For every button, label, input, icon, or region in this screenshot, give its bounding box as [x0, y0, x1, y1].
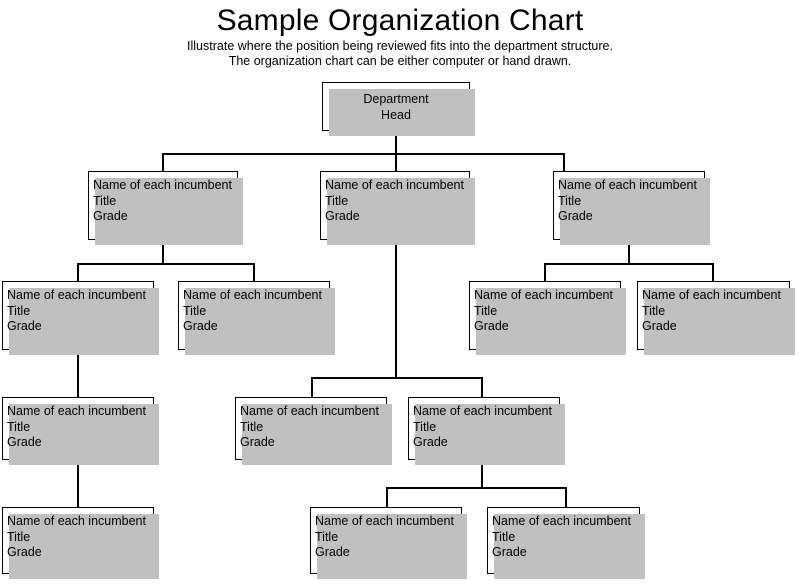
org-node-text: Name of each incumbent Title Grade — [413, 404, 557, 451]
node-line-grade: Grade — [7, 319, 42, 333]
org-node-level5-left[interactable]: Name of each incumbent Title Grade — [2, 507, 159, 579]
node-line-incumbent: Name of each incumbent — [240, 404, 379, 418]
connector-drop-n3d — [712, 263, 714, 282]
node-line-grade: Grade — [325, 209, 360, 223]
connector-n4a-to-n5a — [77, 460, 79, 508]
org-node-text: Department Head — [323, 92, 469, 123]
node-line-grade: Grade — [642, 319, 677, 333]
connector-drop-n3b — [253, 263, 255, 282]
node-line-title: Title — [183, 303, 207, 318]
node-line-title: Title — [93, 193, 117, 208]
node-line-incumbent: Name of each incumbent — [642, 288, 781, 302]
node-line-grade: Grade — [7, 545, 42, 559]
connector-bus-level3-left — [77, 263, 255, 265]
node-line-title: Title — [315, 529, 339, 544]
node-line-title: Title — [240, 419, 264, 434]
connector-drop-n2c — [563, 153, 565, 172]
page-title: Sample Organization Chart — [216, 4, 584, 37]
node-line-title: Title — [325, 193, 349, 208]
org-node-text: Name of each incumbent Title Grade — [325, 178, 467, 225]
node-line-title: Title — [558, 193, 582, 208]
org-node-level3-left-1[interactable]: Name of each incumbent Title Grade — [2, 281, 159, 355]
node-line-grade: Grade — [492, 545, 527, 559]
connector-drop-n4c — [481, 377, 483, 398]
node-line-head: Head — [381, 107, 411, 122]
org-node-text: Name of each incumbent Title Grade — [183, 288, 327, 335]
org-node-text: Name of each incumbent Title Grade — [93, 178, 235, 225]
org-node-text: Name of each incumbent Title Grade — [7, 514, 151, 561]
node-line-grade: Grade — [413, 435, 448, 449]
node-line-grade: Grade — [7, 435, 42, 449]
connector-drop-n3a — [77, 263, 79, 282]
org-node-text: Name of each incumbent Title Grade — [492, 514, 637, 561]
connector-drop-n5c — [565, 487, 567, 508]
node-line-incumbent: Name of each incumbent — [558, 178, 697, 192]
connector-bus-level4-center — [311, 377, 483, 379]
node-line-incumbent: Name of each incumbent — [325, 178, 464, 192]
connector-drop-n3c — [544, 263, 546, 282]
node-line-title: Title — [7, 419, 31, 434]
org-node-text: Name of each incumbent Title Grade — [474, 288, 618, 335]
connector-drop-n2a — [162, 153, 164, 172]
node-line-title: Title — [413, 419, 437, 434]
org-node-level3-right-2[interactable]: Name of each incumbent Title Grade — [637, 281, 795, 355]
org-node-text: Name of each incumbent Title Grade — [240, 404, 384, 451]
org-node-level5-center-1[interactable]: Name of each incumbent Title Grade — [310, 507, 467, 579]
node-line-incumbent: Name of each incumbent — [413, 404, 552, 418]
org-node-level2-right[interactable]: Name of each incumbent Title Grade — [553, 171, 710, 245]
node-line-grade: Grade — [183, 319, 218, 333]
org-node-level5-center-2[interactable]: Name of each incumbent Title Grade — [487, 507, 645, 579]
subtitle-line-1: Illustrate where the position being revi… — [187, 39, 613, 53]
node-line-incumbent: Name of each incumbent — [93, 178, 232, 192]
org-node-level4-left[interactable]: Name of each incumbent Title Grade — [2, 397, 159, 465]
node-line-incumbent: Name of each incumbent — [315, 514, 454, 528]
node-line-incumbent: Name of each incumbent — [474, 288, 613, 302]
org-node-level3-left-2[interactable]: Name of each incumbent Title Grade — [178, 281, 335, 355]
org-node-level4-center-2[interactable]: Name of each incumbent Title Grade — [408, 397, 565, 465]
node-line-incumbent: Name of each incumbent — [183, 288, 322, 302]
node-line-title: Title — [642, 303, 666, 318]
org-node-level2-center[interactable]: Name of each incumbent Title Grade — [320, 171, 475, 245]
connector-bus-level3-right — [544, 263, 714, 265]
node-line-title: Title — [7, 303, 31, 318]
connector-drop-n4b — [311, 377, 313, 398]
org-node-level4-center-1[interactable]: Name of each incumbent Title Grade — [235, 397, 392, 465]
org-node-text: Name of each incumbent Title Grade — [7, 288, 151, 335]
node-line-grade: Grade — [240, 435, 275, 449]
subtitle-line-2: The organization chart can be either com… — [228, 54, 572, 68]
node-line-grade: Grade — [93, 209, 128, 223]
node-line-department: Department — [363, 92, 429, 106]
org-node-text: Name of each incumbent Title Grade — [558, 178, 702, 225]
node-line-grade: Grade — [315, 545, 350, 559]
chart-subtitle: Illustrate where the position being revi… — [0, 39, 800, 69]
connector-drop-n5b — [386, 487, 388, 508]
node-line-incumbent: Name of each incumbent — [7, 288, 146, 302]
connector-drop-n2b — [395, 153, 397, 172]
connector-bus-level2 — [162, 153, 565, 155]
org-node-department-head[interactable]: Department Head — [322, 82, 475, 136]
org-node-text: Name of each incumbent Title Grade — [642, 288, 787, 335]
org-node-level3-right-1[interactable]: Name of each incumbent Title Grade — [469, 281, 626, 355]
node-line-title: Title — [7, 529, 31, 544]
org-node-text: Name of each incumbent Title Grade — [7, 404, 151, 451]
node-line-incumbent: Name of each incumbent — [492, 514, 631, 528]
node-line-title: Title — [474, 303, 498, 318]
connector-n3a-to-n4a — [77, 350, 79, 398]
node-line-incumbent: Name of each incumbent — [7, 514, 146, 528]
connector-n2b-stem — [395, 240, 397, 379]
node-line-grade: Grade — [558, 209, 593, 223]
node-line-incumbent: Name of each incumbent — [7, 404, 146, 418]
connector-bus-level5 — [386, 487, 567, 489]
node-line-grade: Grade — [474, 319, 509, 333]
org-node-level2-left[interactable]: Name of each incumbent Title Grade — [88, 171, 243, 245]
node-line-title: Title — [492, 529, 516, 544]
org-chart-canvas: Sample Organization Chart Illustrate whe… — [0, 0, 800, 585]
org-node-text: Name of each incumbent Title Grade — [315, 514, 459, 561]
